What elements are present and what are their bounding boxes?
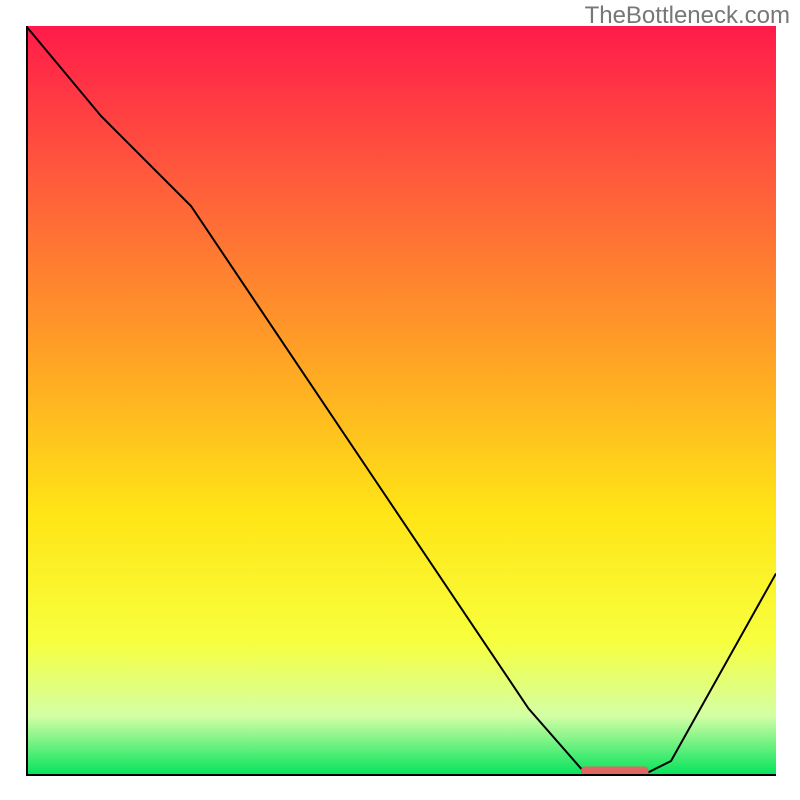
- gradient-background: [26, 26, 776, 776]
- bottleneck-chart: [26, 26, 776, 776]
- watermark-text: TheBottleneck.com: [585, 2, 790, 30]
- chart-svg: [26, 26, 776, 776]
